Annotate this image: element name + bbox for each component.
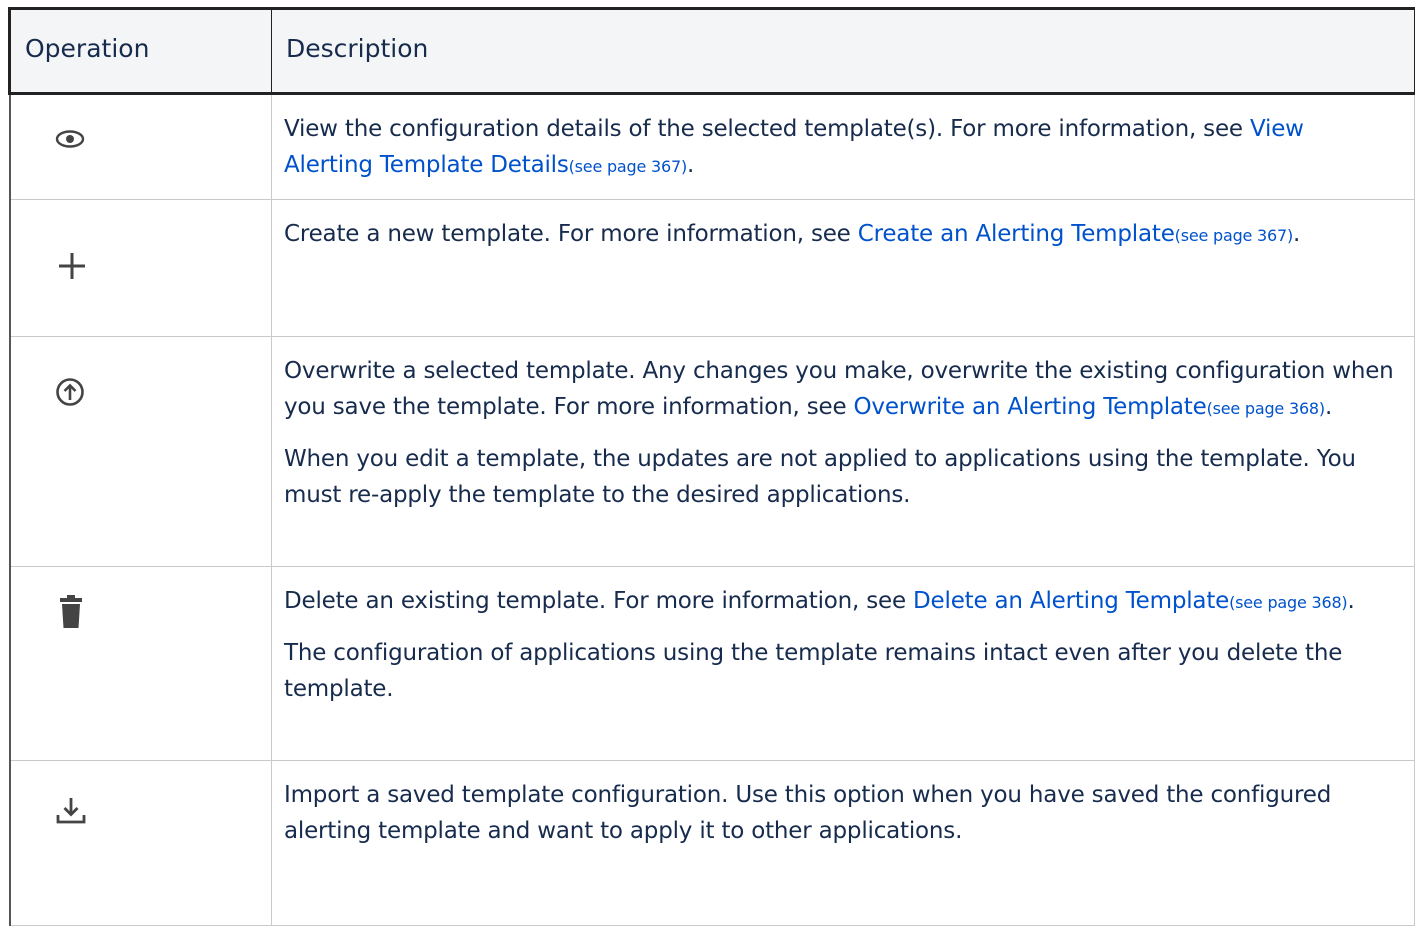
table-row: View the configuration details of the se…	[8, 93, 1415, 200]
description-paragraph: Create a new template. For more informat…	[284, 221, 1301, 247]
description-note: When you edit a template, the updates ar…	[284, 446, 1356, 508]
operation-cell	[8, 93, 272, 200]
table-row: Import a saved template configuration. U…	[8, 760, 1415, 926]
operation-cell	[8, 566, 272, 761]
table-row: Delete an existing template. For more in…	[8, 566, 1415, 761]
table-row: Overwrite a selected template. Any chang…	[8, 336, 1415, 567]
download-icon[interactable]	[55, 796, 87, 826]
delete-template-link[interactable]: Delete an Alerting Template(see page 368…	[913, 588, 1348, 614]
table-row: Create a new template. For more informat…	[8, 199, 1415, 337]
eye-icon[interactable]	[55, 129, 85, 149]
description-cell: Create a new template. For more informat…	[271, 199, 1415, 337]
description-cell: View the configuration details of the se…	[271, 93, 1415, 200]
operation-cell	[8, 199, 272, 337]
description-note: The configuration of applications using …	[284, 640, 1343, 702]
trash-icon[interactable]	[59, 595, 83, 629]
description-cell: Delete an existing template. For more in…	[271, 566, 1415, 761]
overwrite-template-link[interactable]: Overwrite an Alerting Template(see page …	[854, 394, 1326, 420]
operation-cell	[8, 760, 272, 926]
description-paragraph: View the configuration details of the se…	[284, 116, 1304, 178]
description-cell: Import a saved template configuration. U…	[271, 760, 1415, 926]
operation-cell	[8, 336, 272, 567]
plus-icon[interactable]	[57, 251, 87, 281]
upload-circle-icon[interactable]	[55, 377, 85, 407]
description-cell: Overwrite a selected template. Any chang…	[271, 336, 1415, 567]
description-header: Description	[271, 7, 1415, 95]
description-paragraph: Import a saved template configuration. U…	[284, 782, 1332, 844]
description-paragraph: Overwrite a selected template. Any chang…	[284, 358, 1394, 420]
header-row: Operation Description	[8, 7, 1415, 95]
operation-header: Operation	[8, 7, 272, 95]
operations-table: Operation Description View the configura…	[8, 7, 1415, 926]
create-template-link[interactable]: Create an Alerting Template(see page 367…	[858, 221, 1293, 247]
description-paragraph: Delete an existing template. For more in…	[284, 588, 1355, 614]
